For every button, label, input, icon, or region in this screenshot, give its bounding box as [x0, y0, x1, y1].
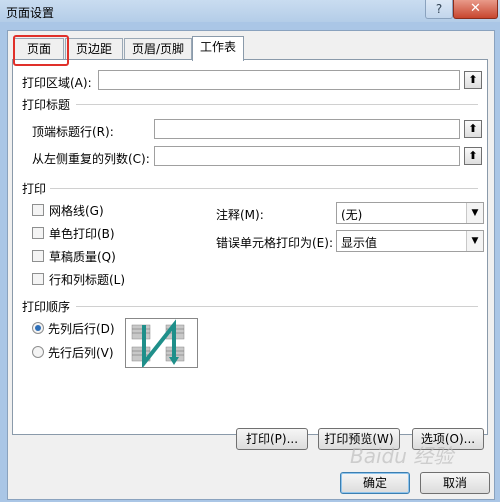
comments-select[interactable]: (无) ▼	[336, 202, 484, 224]
page-order-group-title: 打印顺序	[22, 300, 71, 314]
black-and-white-label: 单色打印(B)	[49, 227, 115, 241]
draft-quality-checkbox[interactable]	[32, 250, 44, 262]
print-divider	[50, 188, 478, 189]
page-order-icon	[131, 319, 185, 369]
gridlines-checkbox[interactable]	[32, 204, 44, 216]
close-button[interactable]: ✕	[453, 0, 498, 19]
print-titles-group-title: 打印标题	[22, 98, 71, 112]
columns-to-repeat-input[interactable]	[154, 146, 460, 166]
down-then-over-label: 先列后行(D)	[48, 322, 115, 336]
tab-page[interactable]: 页面	[14, 38, 64, 60]
row-col-headings-label: 行和列标题(L)	[49, 273, 126, 287]
comments-label: 注释(M):	[216, 208, 264, 222]
print-button[interactable]: 打印(P)...	[236, 428, 308, 450]
columns-to-repeat-label: 从左侧重复的列数(C):	[32, 152, 150, 166]
help-button[interactable]: ?	[425, 0, 453, 19]
tab-header-footer[interactable]: 页眉/页脚	[124, 38, 192, 60]
page-order-divider	[76, 306, 478, 307]
row-col-headings-checkbox[interactable]	[32, 273, 44, 285]
watermark: Baidu 经验	[350, 444, 454, 468]
down-then-over-radio[interactable]	[32, 322, 44, 334]
chevron-down-icon: ▼	[466, 231, 483, 251]
cell-errors-value: 显示值	[341, 236, 378, 250]
tab-sheet[interactable]: 工作表	[192, 36, 244, 61]
page-order-preview	[125, 318, 198, 369]
draft-quality-label: 草稿质量(Q)	[49, 250, 116, 264]
print-group-title: 打印	[22, 182, 47, 196]
columns-collapse-button[interactable]: ⬆	[464, 147, 482, 165]
rows-to-repeat-label: 顶端标题行(R):	[32, 125, 114, 139]
gridlines-label: 网格线(G)	[49, 204, 104, 218]
cell-errors-label: 错误单元格打印为(E):	[216, 236, 333, 250]
black-and-white-checkbox[interactable]	[32, 227, 44, 239]
chevron-down-icon: ▼	[466, 203, 483, 223]
print-area-input[interactable]	[98, 70, 460, 90]
over-then-down-radio[interactable]	[32, 346, 44, 358]
cancel-button[interactable]: 取消	[420, 472, 490, 494]
cell-errors-select[interactable]: 显示值 ▼	[336, 230, 484, 252]
rows-to-repeat-input[interactable]	[154, 119, 460, 139]
ok-button[interactable]: 确定	[340, 472, 410, 494]
print-area-label: 打印区域(A):	[22, 76, 92, 90]
rows-collapse-button[interactable]: ⬆	[464, 120, 482, 138]
comments-value: (无)	[341, 208, 363, 222]
tab-margins[interactable]: 页边距	[65, 38, 123, 60]
over-then-down-label: 先行后列(V)	[48, 346, 114, 360]
print-titles-divider	[76, 104, 478, 105]
window-title: 页面设置	[6, 6, 55, 20]
print-area-collapse-button[interactable]: ⬆	[464, 71, 482, 89]
